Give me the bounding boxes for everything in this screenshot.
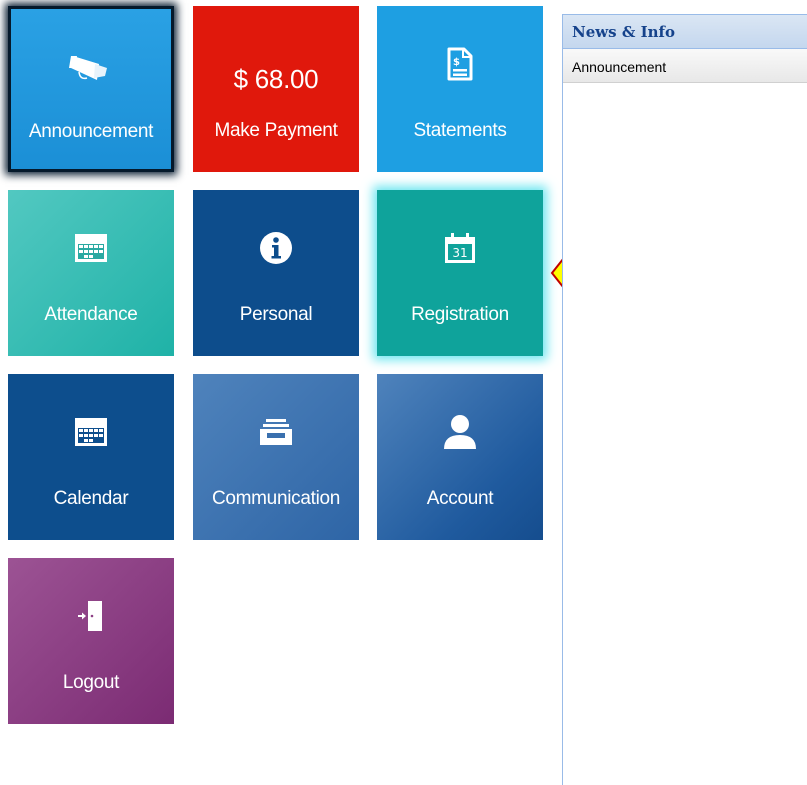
statements-tile[interactable]: $ Statements: [377, 6, 543, 172]
news-info-panel: News & Info Announcement: [562, 14, 807, 785]
account-tile[interactable]: Account: [377, 374, 543, 540]
communication-tile[interactable]: Communication: [193, 374, 359, 540]
grid-calendar-icon: [8, 230, 174, 266]
calendar-day-number: 31: [452, 246, 467, 260]
dashboard: Announcement $ 68.00 Make Payment $ Stat…: [0, 0, 807, 785]
svg-text:$: $: [453, 57, 460, 68]
news-list-item[interactable]: Announcement: [563, 49, 807, 83]
news-panel-title: News & Info: [563, 15, 807, 49]
payment-amount: $ 68.00: [233, 64, 319, 94]
registration-label: Registration: [411, 304, 509, 325]
personal-tile[interactable]: Personal: [193, 190, 359, 356]
info-icon: [193, 230, 359, 266]
logout-tile[interactable]: Logout: [8, 558, 174, 724]
attendance-label: Attendance: [44, 304, 138, 325]
user-icon: [377, 414, 543, 450]
announcement-tile[interactable]: Announcement: [8, 6, 174, 172]
exit-door-icon: [8, 598, 174, 634]
personal-label: Personal: [239, 304, 313, 325]
grid-calendar-icon: [8, 414, 174, 450]
calendar-31-icon: 31: [377, 230, 543, 266]
calendar-label: Calendar: [53, 488, 129, 509]
communication-label: Communication: [211, 488, 341, 509]
statements-label: Statements: [413, 120, 507, 141]
calendar-tile[interactable]: Calendar: [8, 374, 174, 540]
make-payment-label: Make Payment: [214, 120, 338, 141]
megaphone-icon: [11, 49, 171, 85]
make-payment-tile[interactable]: $ 68.00 Make Payment: [193, 6, 359, 172]
attendance-tile[interactable]: Attendance: [8, 190, 174, 356]
account-label: Account: [426, 488, 494, 509]
announcement-label: Announcement: [28, 121, 154, 142]
document-icon: $: [377, 46, 543, 82]
inbox-tray-icon: [193, 414, 359, 450]
logout-label: Logout: [62, 672, 120, 693]
registration-tile[interactable]: 31 Registration: [377, 190, 543, 356]
